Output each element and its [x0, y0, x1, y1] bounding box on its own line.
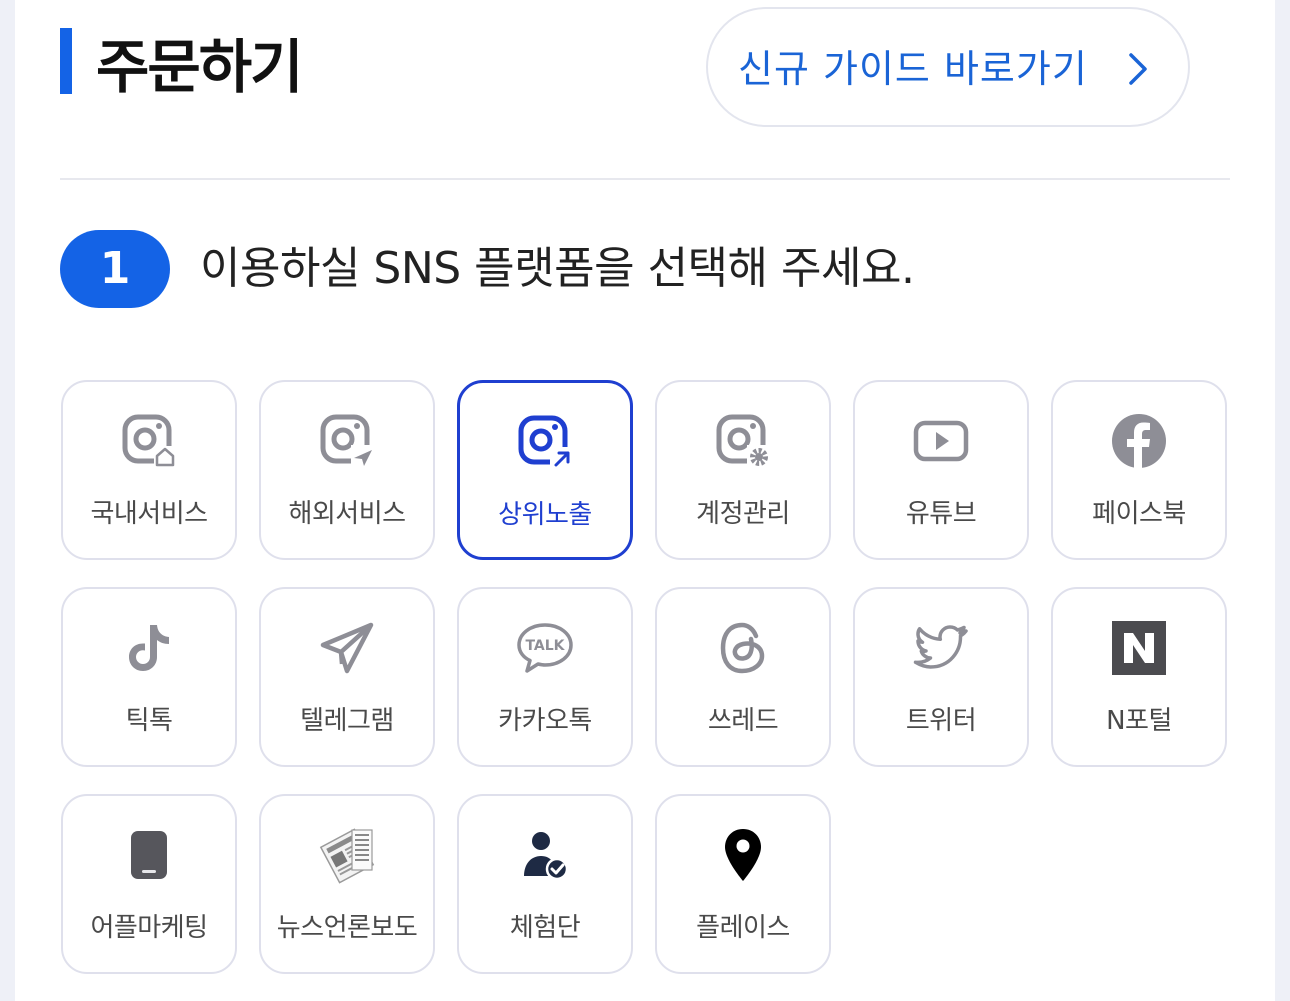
step-number-badge: 1: [60, 230, 170, 308]
platform-label: N포털: [1106, 706, 1172, 736]
platform-label: 틱톡: [125, 706, 173, 736]
platform-label: 트위터: [905, 706, 977, 736]
platform-label: 어플마케팅: [90, 913, 208, 943]
new-guide-button-label: 신규 가이드 바로가기: [738, 47, 1088, 91]
platform-label: 페이스북: [1092, 499, 1186, 529]
platform-tile-tiktok[interactable]: 틱톡: [61, 587, 237, 767]
platform-tile-threads[interactable]: 쓰레드: [655, 587, 831, 767]
naver-icon: [1110, 619, 1168, 677]
smartphone-icon: [120, 826, 178, 884]
svg-text:TALK: TALK: [525, 638, 565, 654]
platform-tile-n-portal[interactable]: N포털: [1051, 587, 1227, 767]
step-instruction: 이용하실 SNS 플랫폼을 선택해 주세요.: [200, 243, 915, 294]
platform-tile-place[interactable]: 플레이스: [655, 794, 831, 974]
platform-tile-app-marketing[interactable]: 어플마케팅: [61, 794, 237, 974]
platform-tile-experience-group[interactable]: 체험단: [457, 794, 633, 974]
platform-label: 계정관리: [696, 499, 790, 529]
platform-label: 뉴스언론보도: [276, 913, 418, 943]
newspaper-icon: [318, 826, 376, 884]
telegram-icon: [318, 619, 376, 677]
platform-label: 카카오톡: [498, 706, 592, 736]
platform-tile-twitter[interactable]: 트위터: [853, 587, 1029, 767]
platform-label: 상위노출: [498, 500, 592, 530]
user-check-icon: [516, 826, 574, 884]
title-accent-bar: [60, 28, 72, 94]
platform-tile-telegram[interactable]: 텔레그램: [259, 587, 435, 767]
platform-tile-domestic-service[interactable]: 국내서비스: [61, 380, 237, 560]
threads-icon: [714, 619, 772, 677]
instagram-plane-icon: [318, 412, 376, 470]
platform-tile-news-press[interactable]: 뉴스언론보도: [259, 794, 435, 974]
new-guide-button[interactable]: 신규 가이드 바로가기: [706, 7, 1190, 127]
instagram-gear-icon: [714, 412, 772, 470]
instagram-home-icon: [120, 412, 178, 470]
twitter-icon: [912, 619, 970, 677]
platform-tile-account-management[interactable]: 계정관리: [655, 380, 831, 560]
platform-tile-youtube[interactable]: 유튜브: [853, 380, 1029, 560]
map-pin-icon: [714, 826, 772, 884]
facebook-icon: [1110, 412, 1168, 470]
platform-label: 국내서비스: [90, 499, 208, 529]
platform-label: 쓰레드: [707, 706, 779, 736]
platform-label: 텔레그램: [300, 706, 394, 736]
instagram-arrow-icon: [516, 413, 574, 471]
chevron-right-icon: [1118, 49, 1158, 89]
section-divider: [60, 178, 1230, 180]
platform-tile-top-exposure[interactable]: 상위노출: [457, 380, 633, 560]
platform-label: 유튜브: [905, 499, 977, 529]
platform-label: 체험단: [509, 913, 581, 943]
platform-label: 해외서비스: [288, 499, 406, 529]
platform-tile-overseas-service[interactable]: 해외서비스: [259, 380, 435, 560]
platform-tile-kakaotalk[interactable]: TALK 카카오톡: [457, 587, 633, 767]
page-title: 주문하기: [96, 33, 303, 101]
platform-label: 플레이스: [696, 913, 790, 943]
kakaotalk-icon: TALK: [516, 619, 574, 677]
youtube-icon: [912, 412, 970, 470]
tiktok-icon: [120, 619, 178, 677]
platform-tile-facebook[interactable]: 페이스북: [1051, 380, 1227, 560]
